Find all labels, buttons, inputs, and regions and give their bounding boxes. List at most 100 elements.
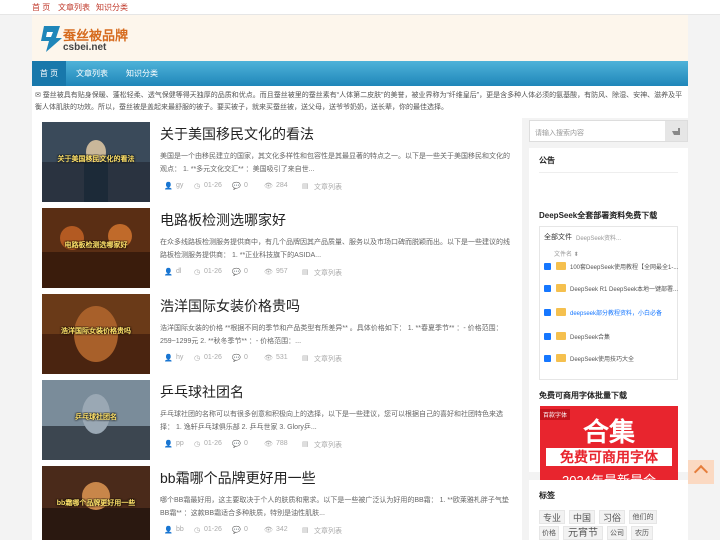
- post-title[interactable]: 浩洋国际女装价格贵吗: [160, 296, 300, 316]
- hand-pointer-icon: [672, 128, 680, 135]
- post-views: 531: [276, 354, 288, 361]
- file-row[interactable]: deepseek部分教程资料，小白必备: [544, 307, 674, 319]
- notice-widget: 公告 DeepSeek全套部署资料免费下载 全部文件 DeepSeek资料...…: [529, 148, 688, 494]
- eye-icon: 👁: [264, 183, 273, 190]
- checkbox-icon[interactable]: [544, 355, 551, 362]
- post-views: 342: [276, 526, 288, 533]
- post-excerpt: 美国是一个由移民建立的国家，其文化多样性和包容性是其最显著的特点之一。以下是一些…: [160, 153, 510, 173]
- tag-link[interactable]: 农历: [631, 526, 653, 540]
- post-meta: 👤 bb ◷ 01-26 💬 0 👁 342 ▤ 文章列表: [164, 526, 464, 536]
- font-banner-headline: 合集: [582, 417, 635, 447]
- post-item: 浩洋国际女装价格贵吗 浩洋国际女装价格贵吗 浩洋国际女装的价格 **根据不同的季…: [32, 290, 522, 376]
- file-name: deepseek部分教程资料，小白必备: [570, 311, 663, 317]
- search-button[interactable]: [665, 121, 687, 141]
- clock-icon: ◷: [194, 355, 201, 362]
- site-header: 蚕丝被品牌 csbei.net: [32, 15, 688, 61]
- post-views: 284: [276, 182, 288, 189]
- thumbnail-caption: 电路板检测选哪家好: [64, 242, 128, 249]
- post-title[interactable]: bb霜哪个品牌更好用一些: [160, 468, 316, 488]
- tag-link[interactable]: 他们的: [629, 510, 657, 524]
- folder-icon: ▤: [302, 355, 309, 362]
- checkbox-icon[interactable]: [544, 263, 551, 270]
- folder-icon: [556, 332, 566, 340]
- font-download-title[interactable]: 免费可商用字体批量下载: [539, 390, 627, 401]
- post-author[interactable]: dl: [176, 268, 181, 275]
- post-comments: 0: [244, 182, 248, 189]
- chevron-up-icon: [693, 464, 709, 480]
- file-row[interactable]: DeepSeek使用技巧大全: [544, 353, 674, 365]
- post-thumbnail[interactable]: bb霜哪个品牌更好用一些: [42, 466, 150, 540]
- post-category[interactable]: 文章列表: [314, 526, 342, 536]
- tag-link[interactable]: 元宵节: [563, 526, 603, 540]
- tag-link[interactable]: 专业: [539, 510, 565, 524]
- folder-icon: ▤: [302, 269, 309, 276]
- post-meta: 👤 gy ◷ 01-26 💬 0 👁 284 ▤ 文章列表: [164, 182, 464, 192]
- tag-link[interactable]: 公司: [607, 526, 627, 540]
- author-icon: 👤: [164, 527, 173, 534]
- file-row[interactable]: DeepSeek合集: [544, 331, 674, 343]
- post-thumbnail[interactable]: 电路板检测选哪家好: [42, 208, 150, 288]
- author-icon: 👤: [164, 183, 173, 190]
- post-thumbnail[interactable]: 浩洋国际女装价格贵吗: [42, 294, 150, 374]
- file-name: 100套DeepSeek使用教程【全网最全1-...: [570, 265, 679, 271]
- logo-domain: csbei.net: [63, 42, 107, 53]
- thumbnail-caption: 关于美国移民文化的看法: [57, 156, 135, 163]
- comment-icon: 💬: [232, 355, 241, 362]
- comment-icon: 💬: [232, 183, 241, 190]
- post-title[interactable]: 关于美国移民文化的看法: [160, 124, 314, 144]
- post-author[interactable]: pp: [176, 440, 184, 447]
- tag-link[interactable]: 中国: [569, 510, 595, 524]
- nav-item-categories[interactable]: 知识分类: [120, 61, 164, 86]
- post-title[interactable]: 电路板检测选哪家好: [160, 210, 286, 230]
- top-link-articles[interactable]: 文章列表: [58, 2, 90, 13]
- post-date: 01-26: [204, 440, 222, 447]
- post-comments: 0: [244, 440, 248, 447]
- logo-icon[interactable]: [38, 24, 64, 54]
- nav-item-home[interactable]: 首 页: [32, 61, 66, 86]
- post-category[interactable]: 文章列表: [314, 354, 342, 364]
- post-list: 关于美国移民文化的看法 关于美国移民文化的看法 美国是一个由移民建立的国家，其文…: [32, 118, 522, 540]
- post-author[interactable]: gy: [176, 182, 183, 189]
- checkbox-icon[interactable]: [544, 333, 551, 340]
- nav-item-articles[interactable]: 文章列表: [72, 61, 112, 86]
- post-meta: 👤 pp ◷ 01-26 💬 0 👁 788 ▤ 文章列表: [164, 440, 464, 450]
- folder-icon: [556, 262, 566, 270]
- top-link-home[interactable]: 首 页: [32, 2, 50, 13]
- post-category[interactable]: 文章列表: [314, 182, 342, 192]
- download-title[interactable]: DeepSeek全套部署资料免费下载: [539, 210, 657, 221]
- tag-link[interactable]: 习俗: [599, 510, 625, 524]
- post-excerpt: 乒乓球社团的名称可以有很多创意和积极向上的选择，以下是一些建议，您可以根据自己的…: [160, 411, 503, 431]
- folder-icon: [556, 284, 566, 292]
- folder-icon: ▤: [302, 183, 309, 190]
- checkbox-icon[interactable]: [544, 309, 551, 316]
- file-row[interactable]: 100套DeepSeek使用教程【全网最全1-...: [544, 261, 678, 273]
- folder-icon: [556, 308, 566, 316]
- main-nav: 首 页 文章列表 知识分类: [32, 61, 688, 86]
- search-input[interactable]: 请输入搜索内容: [535, 128, 584, 138]
- top-link-bar: 首 页 文章列表 知识分类: [0, 0, 720, 15]
- back-to-top-button[interactable]: [688, 460, 714, 484]
- eye-icon: 👁: [264, 527, 273, 534]
- file-list-breadcrumb: DeepSeek资料...: [576, 236, 622, 242]
- eye-icon: 👁: [264, 269, 273, 276]
- post-date: 01-26: [204, 268, 222, 275]
- post-author[interactable]: bb: [176, 526, 184, 533]
- search-box[interactable]: 请输入搜索内容: [529, 120, 688, 142]
- top-link-categories[interactable]: 知识分类: [96, 2, 128, 13]
- post-thumbnail[interactable]: 关于美国移民文化的看法: [42, 122, 150, 202]
- file-list-column: 文件名 ⬍: [554, 252, 579, 258]
- file-row[interactable]: DeepSeek R1 DeepSeek本地一键部署...: [544, 283, 678, 295]
- post-thumbnail[interactable]: 乒乓球社团名: [42, 380, 150, 460]
- download-file-list[interactable]: 全部文件 DeepSeek资料... 文件名 ⬍ 100套DeepSeek使用教…: [539, 226, 678, 380]
- post-category[interactable]: 文章列表: [314, 268, 342, 278]
- post-title[interactable]: 乒乓球社团名: [160, 382, 244, 402]
- post-excerpt: 哪个BB霜最好用，这主要取决于个人的肤质和需求。以下是一些被广泛认为好用的BB霜…: [160, 497, 509, 517]
- post-item: 关于美国移民文化的看法 关于美国移民文化的看法 美国是一个由移民建立的国家，其文…: [32, 118, 522, 204]
- file-name: DeepSeek使用技巧大全: [570, 357, 635, 363]
- post-comments: 0: [244, 354, 248, 361]
- checkbox-icon[interactable]: [544, 285, 551, 292]
- post-author[interactable]: hy: [176, 354, 183, 361]
- clock-icon: ◷: [194, 527, 201, 534]
- post-category[interactable]: 文章列表: [314, 440, 342, 450]
- tag-link[interactable]: 价格: [539, 526, 559, 540]
